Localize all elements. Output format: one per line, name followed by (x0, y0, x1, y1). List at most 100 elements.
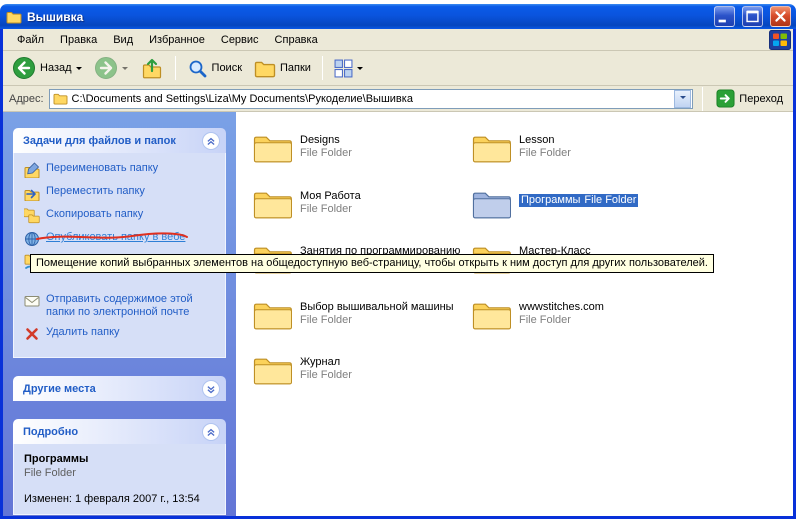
toolbar-separator (322, 56, 323, 80)
address-path: C:\Documents and Settings\Liza\My Docume… (72, 93, 671, 105)
search-icon (187, 58, 208, 79)
back-button[interactable]: Назад (7, 53, 87, 83)
menu-bar: Файл Правка Вид Избранное Сервис Справка (3, 29, 793, 51)
folder-name: Программы (519, 194, 582, 207)
maximize-icon (743, 6, 762, 27)
folder-type: File Folder (582, 194, 638, 207)
up-icon (140, 57, 164, 79)
folder-icon (6, 10, 22, 24)
menu-view[interactable]: Вид (105, 31, 141, 49)
chevron-down-icon (76, 67, 82, 73)
forward-button[interactable] (89, 53, 133, 83)
folders-icon (254, 59, 276, 78)
search-button[interactable]: Поиск (182, 55, 247, 82)
chevron-up-icon (204, 425, 218, 439)
back-label: Назад (40, 62, 72, 74)
details-modified-date: Изменен: 1 февраля 2007 г., 13:54 (24, 493, 217, 506)
collapse-button[interactable] (202, 132, 220, 150)
copy-icon (24, 208, 40, 224)
tasks-panel-title: Задачи для файлов и папок (23, 135, 176, 147)
folder-icon (53, 92, 68, 105)
expand-button[interactable] (202, 380, 220, 398)
folder-item[interactable]: Выбор вышивальной машиныFile Folder (253, 299, 468, 341)
address-input[interactable]: C:\Documents and Settings\Liza\My Docume… (49, 89, 694, 109)
address-dropdown-button[interactable] (674, 90, 691, 108)
folder-type: File Folder (519, 314, 604, 327)
task-pane-sidebar: Задачи для файлов и папок (3, 112, 236, 516)
task-label: Переименовать папку (46, 162, 158, 175)
window-title: Вышивка (27, 10, 707, 24)
folder-type: File Folder (300, 147, 352, 160)
menu-help[interactable]: Справка (267, 31, 326, 49)
details-panel: Подробно Программы File Folder Изменен: … (13, 419, 226, 515)
task-rename-folder[interactable]: Переименовать папку (24, 162, 217, 178)
toolbar-separator (702, 87, 703, 111)
other-places-header[interactable]: Другие места (13, 376, 226, 401)
content-area: Задачи для файлов и папок (3, 112, 793, 516)
search-label: Поиск (212, 62, 242, 74)
folder-icon (253, 299, 293, 331)
folder-item[interactable]: ЖурналFile Folder (253, 354, 468, 396)
folder-item[interactable]: DesignsFile Folder (253, 132, 468, 174)
chevron-down-icon (357, 67, 363, 73)
chevron-down-icon (122, 67, 128, 73)
menu-tools[interactable]: Сервис (213, 31, 267, 49)
task-email-folder[interactable]: Отправить содержимое этой папки по элект… (24, 293, 217, 319)
file-folder-tasks-panel: Задачи для файлов и папок (13, 128, 226, 358)
windows-logo-icon (769, 30, 791, 50)
task-label: Удалить папку (46, 326, 120, 339)
details-folder-name: Программы (24, 453, 217, 465)
other-places-panel: Другие места (13, 376, 226, 401)
go-button[interactable]: Переход (712, 89, 787, 108)
tasks-panel-header[interactable]: Задачи для файлов и папок (13, 128, 226, 153)
menu-file[interactable]: Файл (9, 31, 52, 49)
maximize-button[interactable] (742, 6, 763, 27)
email-icon (24, 293, 40, 309)
folder-item-selected[interactable]: ПрограммыFile Folder (472, 188, 687, 230)
toolbar: Назад (3, 51, 793, 86)
folder-item[interactable]: wwwstitches.comFile Folder (472, 299, 687, 341)
go-icon (716, 89, 735, 108)
folder-item[interactable]: LessonFile Folder (472, 132, 687, 174)
folder-name: Выбор вышивальной машины (300, 301, 454, 314)
other-places-title: Другие места (23, 383, 96, 395)
back-icon (12, 56, 36, 80)
chevron-down-icon (204, 382, 218, 396)
task-delete-folder[interactable]: Удалить папку (24, 326, 217, 342)
folders-label: Папки (280, 62, 311, 74)
toolbar-separator (175, 56, 176, 80)
file-list-area[interactable]: DesignsFile Folder LessonFile Folder Моя… (236, 112, 793, 516)
chevron-down-icon (680, 96, 686, 102)
delete-icon (24, 326, 40, 342)
folder-name: wwwstitches.com (519, 301, 604, 314)
folders-button[interactable]: Папки (249, 56, 316, 81)
up-button[interactable] (135, 54, 169, 82)
task-label: Скопировать папку (46, 208, 143, 221)
views-button[interactable] (329, 56, 368, 81)
close-button[interactable] (770, 6, 791, 27)
collapse-button[interactable] (202, 423, 220, 441)
task-move-folder[interactable]: Переместить папку (24, 185, 217, 201)
address-label: Адрес: (9, 93, 44, 105)
folder-name: Lesson (519, 134, 571, 147)
window-frame: Файл Правка Вид Избранное Сервис Справка (0, 29, 796, 519)
folder-type: File Folder (300, 203, 361, 216)
minimize-button[interactable] (714, 6, 735, 27)
address-bar: Адрес: C:\Documents and Settings\Liza\My… (3, 86, 793, 112)
menu-edit[interactable]: Правка (52, 31, 105, 49)
folder-name: Моя Работа (300, 190, 361, 203)
details-panel-header[interactable]: Подробно (13, 419, 226, 444)
folder-type: File Folder (300, 314, 454, 327)
forward-icon (94, 56, 118, 80)
folder-type: File Folder (519, 147, 571, 160)
folder-item[interactable]: Моя РаботаFile Folder (253, 188, 468, 230)
go-label: Переход (739, 93, 783, 105)
menu-favorites[interactable]: Избранное (141, 31, 213, 49)
details-panel-title: Подробно (23, 426, 78, 438)
folder-icon (472, 299, 512, 331)
task-label: Отправить содержимое этой папки по элект… (46, 293, 217, 319)
details-folder-type: File Folder (24, 467, 217, 479)
folder-type: File Folder (300, 369, 352, 382)
task-copy-folder[interactable]: Скопировать папку (24, 208, 217, 224)
tooltip: Помещение копий выбранных элементов на о… (30, 254, 714, 273)
